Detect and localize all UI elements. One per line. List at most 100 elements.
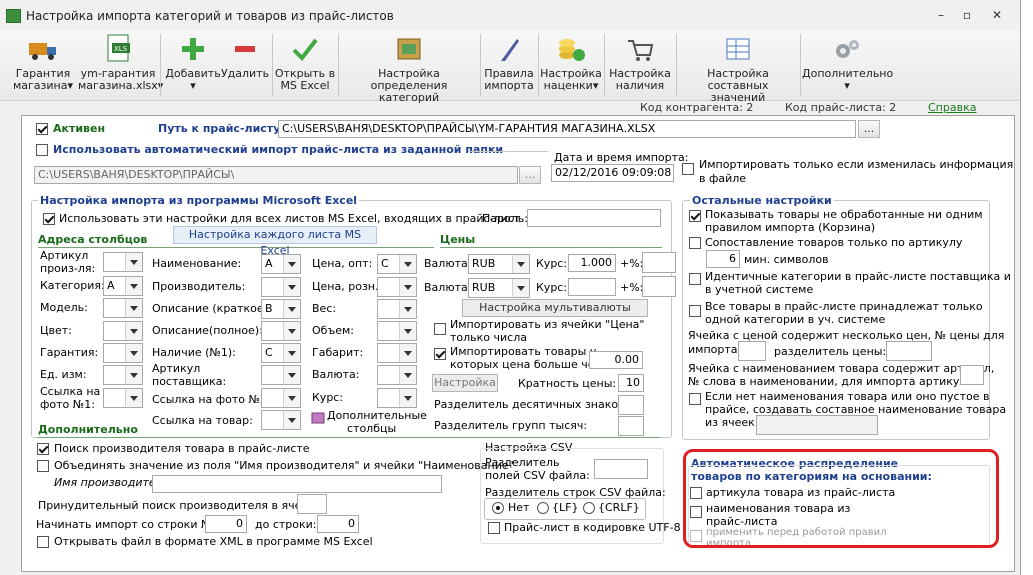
- match-article-checkbox[interactable]: [689, 237, 701, 249]
- extra-columns-label-2[interactable]: столбцы: [347, 422, 396, 435]
- help-link[interactable]: Справка: [928, 101, 976, 114]
- identical-categories-checkbox[interactable]: [689, 273, 701, 285]
- csv-row-sep-crlf-radio[interactable]: [583, 502, 595, 514]
- pricelist-file-button[interactable]: XLS ym-гарантия магазина.xlsx▾: [78, 30, 163, 100]
- desc-short-column-select[interactable]: B: [261, 299, 301, 319]
- avail-column-select[interactable]: C: [261, 343, 301, 363]
- decimal-sep-input[interactable]: [618, 395, 644, 415]
- currency2-select[interactable]: RUB: [468, 278, 530, 298]
- delete-button[interactable]: Удалить: [220, 30, 270, 100]
- path-input[interactable]: C:\USERS\ВАНЯ\DESKTOP\ПРАЙСЫ\YM-ГАРАНТИЯ…: [278, 120, 856, 138]
- price-retail-column-select[interactable]: [377, 277, 417, 297]
- only-changed-checkbox[interactable]: [682, 163, 694, 175]
- supp-art-label-2: поставщика:: [152, 375, 227, 388]
- multi-price-input[interactable]: [738, 341, 766, 361]
- import-rules-button[interactable]: Правила импорта: [482, 30, 536, 100]
- add-button[interactable]: Добавить ▾: [163, 30, 223, 100]
- csv-none-label: Нет: [508, 501, 530, 514]
- group-sep-input[interactable]: [618, 416, 644, 436]
- active-checkbox[interactable]: [36, 123, 48, 135]
- utf8-checkbox[interactable]: [488, 522, 500, 534]
- no-name-checkbox[interactable]: [689, 393, 701, 405]
- folder-input[interactable]: C:\USERS\ВАНЯ\DESKTOP\ПРАЙСЫ\: [34, 166, 518, 184]
- size-column-select[interactable]: [377, 343, 417, 363]
- rate1-input[interactable]: 1.000: [568, 254, 616, 272]
- plus-pct1-label: +%:: [620, 257, 644, 270]
- find-producer-checkbox[interactable]: [37, 443, 49, 455]
- highlight-frame: [683, 449, 999, 548]
- extra-columns-label[interactable]: Дополнительные: [327, 409, 427, 422]
- extra-columns-icon[interactable]: [311, 411, 325, 425]
- multiplicity-input[interactable]: 10: [618, 374, 644, 392]
- browse-path-button[interactable]: ...: [858, 120, 880, 138]
- model-column-select[interactable]: [103, 298, 143, 318]
- minimize-button[interactable]: –: [934, 8, 948, 22]
- multiplicity-setting-button[interactable]: Настройка: [432, 374, 498, 392]
- category-column-select[interactable]: A: [103, 276, 143, 296]
- producer-column-select[interactable]: [261, 277, 301, 297]
- price-greater-checkbox[interactable]: [434, 348, 446, 360]
- one-category-checkbox[interactable]: [689, 305, 701, 317]
- each-sheet-button[interactable]: Настройка каждого листа MS Excel: [173, 226, 377, 257]
- datetime-input[interactable]: 02/12/2016 09:09:08: [551, 164, 674, 182]
- rate2-input[interactable]: [568, 278, 616, 296]
- supp-art-column-select[interactable]: [261, 365, 301, 385]
- plus-pct1-input[interactable]: [642, 252, 676, 273]
- composite-values-button[interactable]: Настройка составных значений: [678, 30, 798, 104]
- browse-folder-button[interactable]: ...: [519, 166, 541, 184]
- auto-import-checkbox[interactable]: [36, 144, 48, 156]
- start-row-input[interactable]: 0: [205, 515, 247, 533]
- warranty-column-select[interactable]: [103, 343, 143, 363]
- maximize-button[interactable]: ▫: [960, 8, 974, 22]
- csv-row-sep-none-radio[interactable]: [492, 502, 504, 514]
- csv-lf-label: {LF}: [552, 501, 579, 514]
- color-column-select[interactable]: [103, 321, 143, 341]
- volume-label: Объем:: [312, 324, 354, 337]
- open-excel-button[interactable]: Открыть в MS Excel: [274, 30, 336, 100]
- cart-icon: [624, 33, 656, 65]
- price-greater-input[interactable]: 0.00: [589, 351, 643, 369]
- article-column-select[interactable]: [103, 252, 143, 272]
- name-word-input[interactable]: [960, 365, 984, 385]
- csv-row-sep-lf-radio[interactable]: [537, 502, 549, 514]
- photo2-column-select[interactable]: [261, 388, 301, 408]
- photo1-column-select[interactable]: [103, 388, 143, 408]
- use-all-sheets-checkbox[interactable]: [43, 213, 55, 225]
- currency-column-select[interactable]: [377, 365, 417, 385]
- plus-pct2-input[interactable]: [642, 276, 676, 297]
- model-label: Модель:: [40, 301, 88, 314]
- min-symbols-input[interactable]: 6: [706, 250, 740, 268]
- merge-producer-checkbox[interactable]: [37, 460, 49, 472]
- show-unprocessed-checkbox[interactable]: [689, 210, 701, 222]
- no-name-cells-input[interactable]: [756, 415, 878, 435]
- markup-button[interactable]: Настройка наценки▾: [540, 30, 602, 100]
- numbers-only-checkbox[interactable]: [434, 323, 446, 335]
- additional-button[interactable]: Дополнительно ▾: [802, 30, 893, 100]
- desc-full-column-select[interactable]: [261, 321, 301, 341]
- name-column-select[interactable]: A: [261, 254, 301, 274]
- auto-import-label: Использовать автоматический импорт прайс…: [53, 143, 504, 156]
- currency1-select[interactable]: RUB: [468, 254, 530, 274]
- name-contains-label-2: № слова в наименовании, для импорта арти…: [688, 375, 977, 388]
- decimal-sep-label: Разделитель десятичных знаков:: [434, 398, 629, 411]
- force-search-input[interactable]: [297, 494, 327, 514]
- multicurrency-button[interactable]: Настройка мультивалюты: [462, 299, 648, 317]
- price-opt-column-select[interactable]: C: [377, 254, 417, 274]
- category-rules-button[interactable]: Настройка определения категорий: [340, 30, 478, 104]
- volume-column-select[interactable]: [377, 321, 417, 341]
- to-row-input[interactable]: 0: [317, 515, 359, 533]
- prod-link-column-select[interactable]: [261, 410, 301, 430]
- price-sep-input[interactable]: [886, 341, 932, 361]
- password-input[interactable]: [527, 209, 661, 227]
- availability-button[interactable]: Настройка наличия: [606, 30, 674, 100]
- close-button[interactable]: ✕: [990, 8, 1004, 22]
- open-xml-checkbox[interactable]: [37, 536, 49, 548]
- weight-column-select[interactable]: [377, 299, 417, 319]
- csv-field-sep-input[interactable]: [594, 459, 648, 479]
- rate-column-select[interactable]: [377, 388, 417, 408]
- currency-col-label: Валюта:: [312, 368, 360, 381]
- producer-name-input[interactable]: [152, 475, 442, 493]
- warranty-shop-button[interactable]: Гарантия магазина▾: [8, 30, 78, 100]
- one-category-label-2: одной категории в уч. системе: [705, 313, 886, 326]
- unit-column-select[interactable]: [103, 365, 143, 385]
